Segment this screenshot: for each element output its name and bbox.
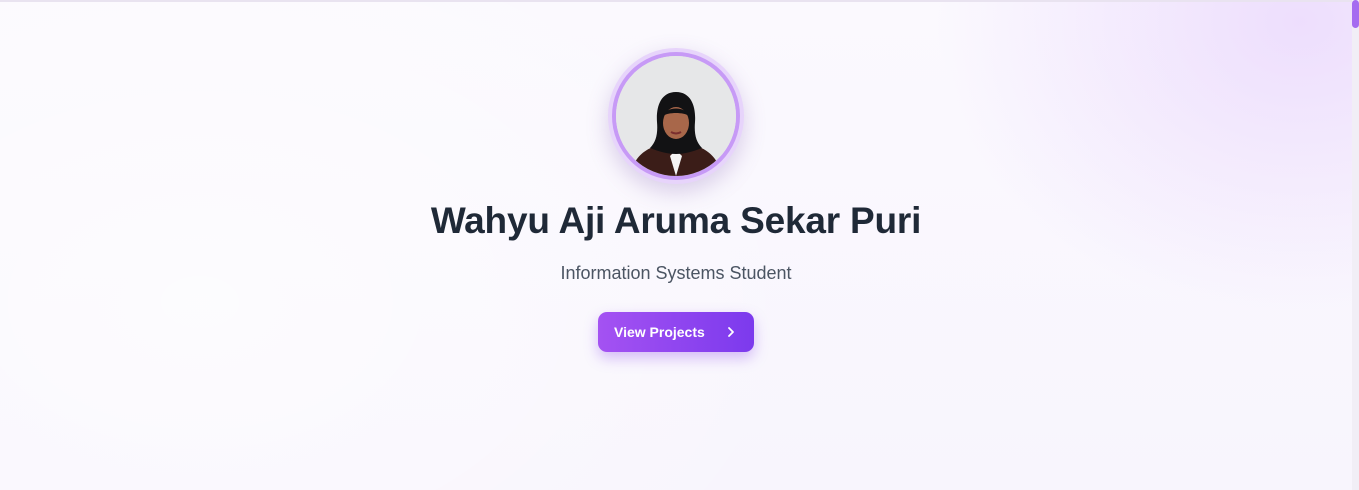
profile-photo-icon [616,56,736,176]
hero-section: Wahyu Aji Aruma Sekar Puri Information S… [0,2,1352,490]
profile-role: Information Systems Student [560,263,792,283]
avatar-frame [608,48,744,184]
avatar [616,56,736,176]
profile-name: Wahyu Aji Aruma Sekar Puri [430,200,922,241]
view-projects-button[interactable]: View Projects [598,312,754,352]
avatar-ring [612,52,740,180]
view-projects-label: View Projects [614,324,705,340]
chevron-right-icon [728,327,734,337]
vertical-scrollbar[interactable] [1352,0,1359,490]
scrollbar-thumb[interactable] [1352,0,1359,28]
